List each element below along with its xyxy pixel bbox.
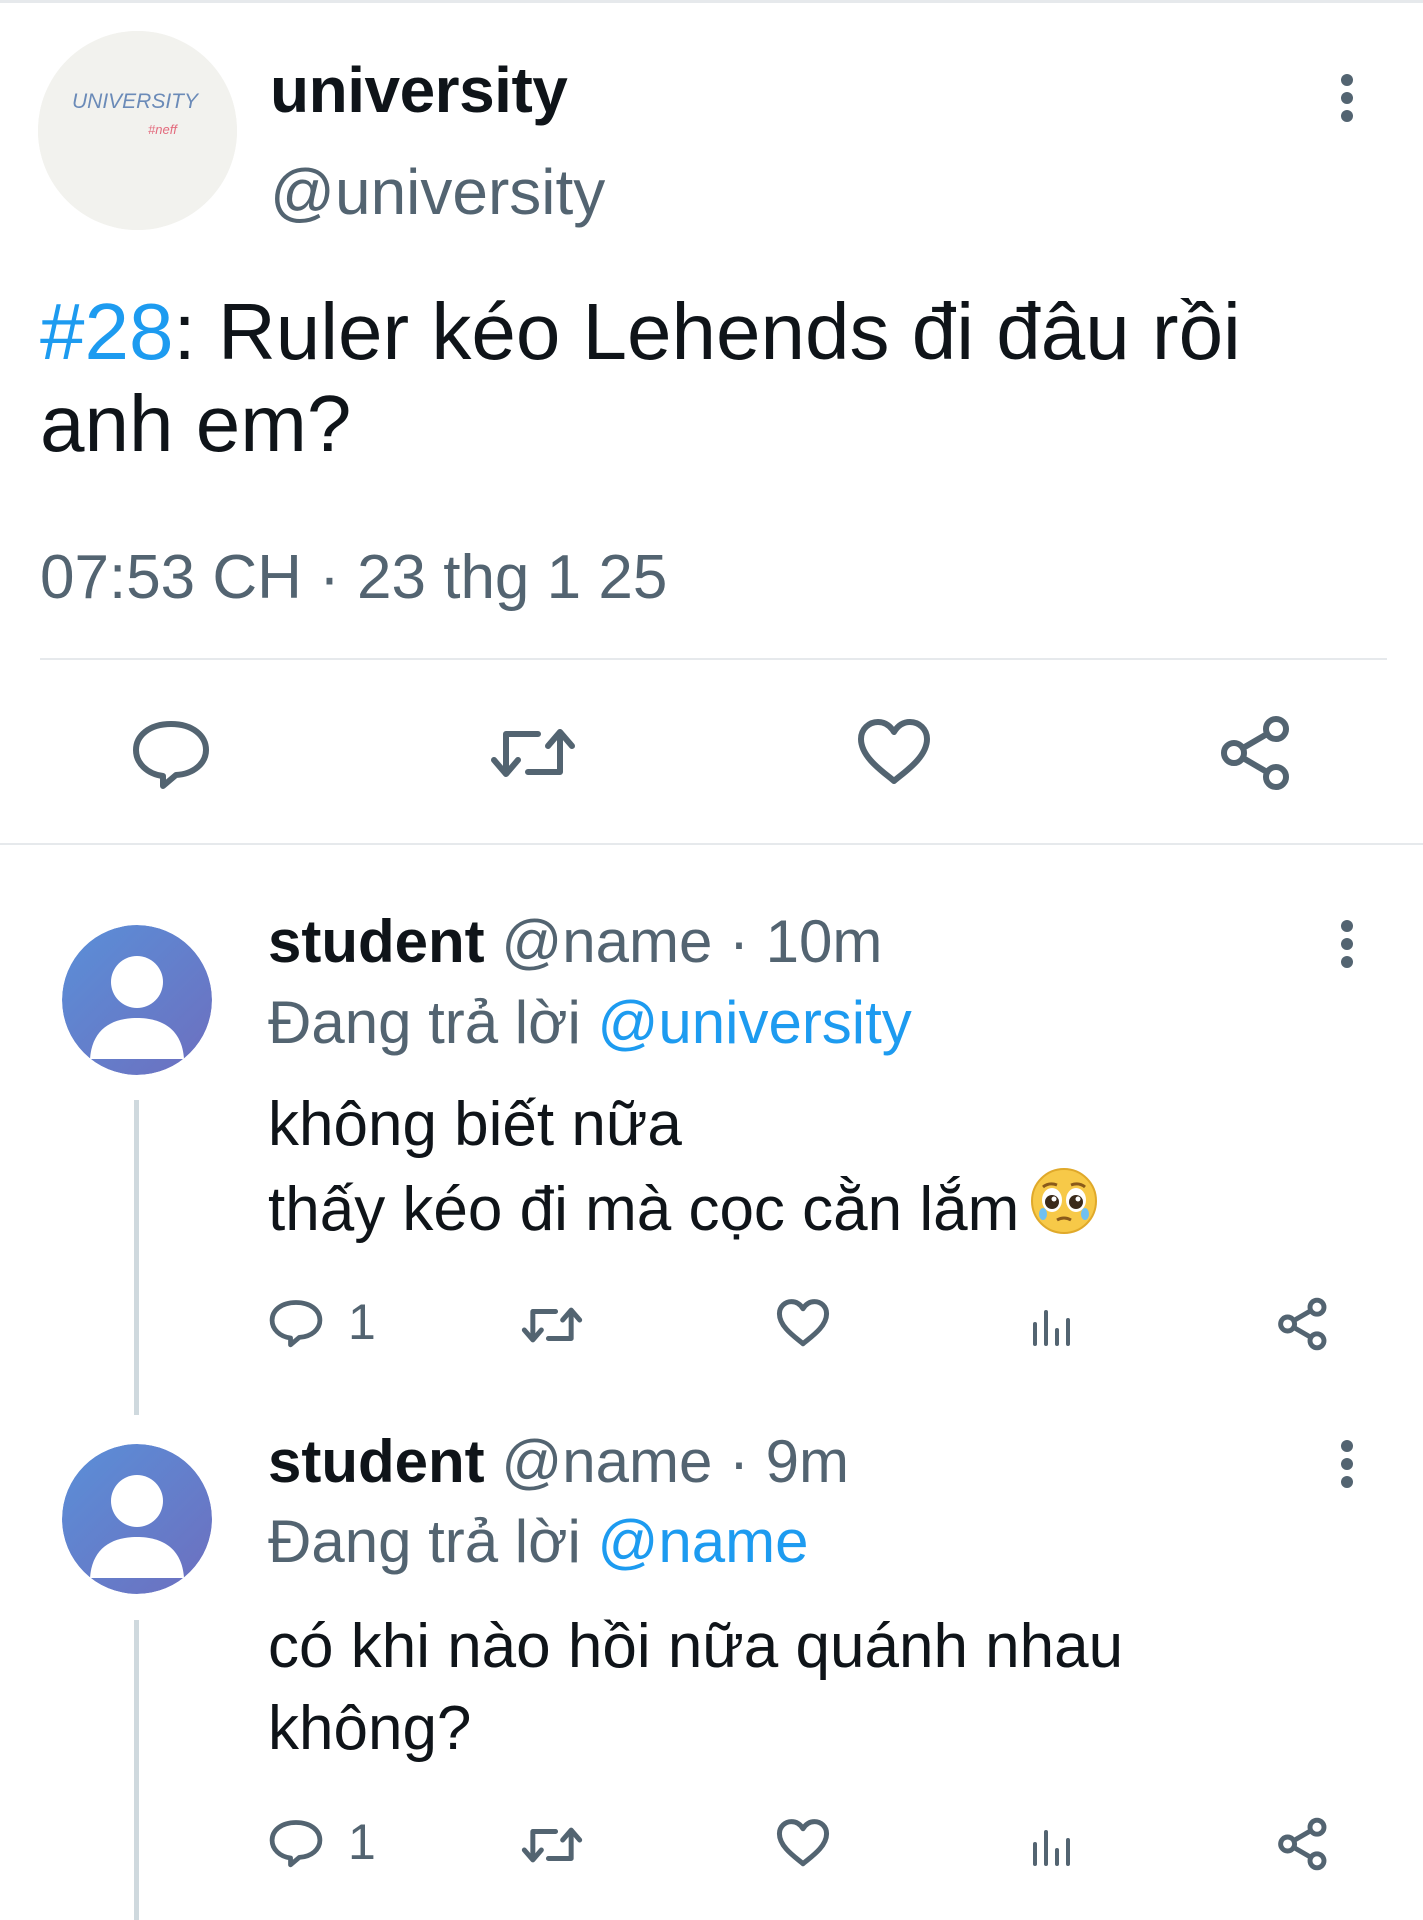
thread-line	[134, 1620, 139, 1920]
analytics-icon[interactable]	[1027, 1820, 1077, 1870]
thread-line	[134, 1100, 139, 1415]
reply-header: student @name · 9m	[268, 1424, 849, 1500]
reply-time[interactable]: 10m	[766, 908, 883, 975]
share-icon[interactable]	[1275, 1816, 1331, 1872]
reply-line: thấy kéo đi mà cọc cằn lắm	[268, 1166, 1348, 1251]
reply-more-options-icon[interactable]	[1335, 900, 1359, 990]
replying-label: Đang trả lời	[268, 1508, 581, 1575]
like-icon[interactable]	[775, 1298, 831, 1348]
analytics-icon[interactable]	[1027, 1300, 1077, 1350]
retweet-icon[interactable]	[520, 1823, 584, 1867]
reply-count: 1	[348, 1814, 376, 1870]
replying-label: Đang trả lời	[268, 989, 581, 1056]
like-icon[interactable]	[855, 717, 933, 787]
more-options-icon[interactable]	[1335, 52, 1359, 142]
reply-text: không biết nữa thấy kéo đi mà cọc cằn lắ…	[268, 1084, 1348, 1251]
reply-more-options-icon[interactable]	[1335, 1420, 1359, 1510]
divider	[40, 658, 1387, 660]
reply-line-text: thấy kéo đi mà cọc cằn lắm	[268, 1175, 1020, 1244]
author-handle[interactable]: @university	[270, 152, 605, 232]
replying-to: Đang trả lời @name	[268, 1504, 808, 1580]
reply-author-handle[interactable]: @name	[501, 1428, 712, 1495]
avatar-logo-sub: #neff	[148, 122, 178, 137]
share-icon[interactable]	[1216, 713, 1296, 793]
university-avatar[interactable]: UNIVERSITY #neff	[38, 31, 237, 230]
avatar-logo-text: UNIVERSITY	[72, 90, 200, 113]
reply-header: student @name · 10m	[268, 904, 882, 980]
top-border	[0, 0, 1423, 3]
reply-line: không?	[268, 1694, 472, 1763]
reply-author-handle[interactable]: @name	[501, 908, 712, 975]
hashtag-link[interactable]: #28	[40, 287, 173, 376]
pleading-face-emoji-icon	[1029, 1166, 1099, 1236]
share-icon[interactable]	[1275, 1296, 1331, 1352]
tweet-body: : Ruler kéo Lehends đi đâu rồi anh em?	[40, 287, 1241, 468]
reply-icon[interactable]	[268, 1298, 324, 1348]
retweet-icon[interactable]	[520, 1303, 584, 1347]
retweet-icon[interactable]	[488, 722, 578, 784]
author-name[interactable]: university	[270, 50, 568, 130]
separator-dot: ·	[729, 908, 749, 975]
reply-icon[interactable]	[130, 718, 212, 790]
student-avatar[interactable]	[62, 1444, 212, 1594]
replying-to: Đang trả lời @university	[268, 985, 912, 1061]
reply-author-name[interactable]: student	[268, 908, 485, 975]
separator-dot: ·	[729, 1428, 749, 1495]
reply-icon[interactable]	[268, 1818, 324, 1868]
tweet-timestamp[interactable]: 07:53 CH · 23 thg 1 25	[40, 538, 667, 618]
reply-text: có khi nào hồi nữa quánh nhau không?	[268, 1606, 1348, 1770]
mention-link[interactable]: @university	[597, 989, 911, 1056]
like-icon[interactable]	[775, 1818, 831, 1868]
reply-time[interactable]: 9m	[766, 1428, 849, 1495]
tweet-text: #28: Ruler kéo Lehends đi đâu rồi anh em…	[40, 286, 1380, 470]
mention-link[interactable]: @name	[597, 1508, 808, 1575]
reply-count: 1	[348, 1294, 376, 1350]
reply-line: không biết nữa	[268, 1090, 682, 1159]
student-avatar[interactable]	[62, 925, 212, 1075]
reply-line: có khi nào hồi nữa quánh nhau	[268, 1612, 1124, 1681]
section-divider	[0, 843, 1423, 845]
reply-author-name[interactable]: student	[268, 1428, 485, 1495]
